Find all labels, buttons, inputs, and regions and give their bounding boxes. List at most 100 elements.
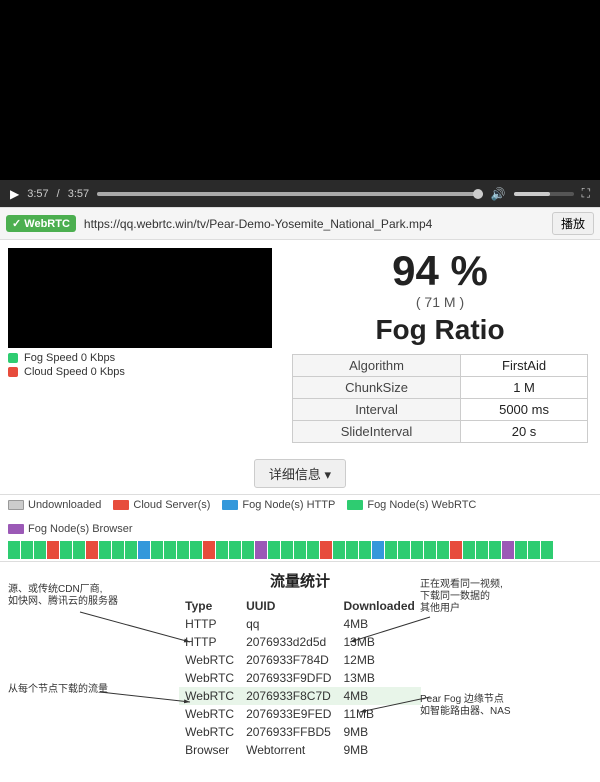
stat-label: SlideInterval (293, 421, 461, 443)
webrtc-badge: ✓ WebRTC (6, 215, 76, 232)
chunk-block (450, 541, 462, 559)
traffic-row: WebRTC2076933F784D12MB (179, 651, 421, 669)
url-text: https://qq.webrtc.win/tv/Pear-Demo-Yosem… (84, 217, 544, 231)
chunk-block (190, 541, 202, 559)
play-icon[interactable]: ▶ (10, 187, 19, 201)
chunk-block (99, 541, 111, 559)
chunk-block (268, 541, 280, 559)
chunk-legend-item: Fog Node(s) Browser (8, 523, 133, 535)
chunk-block (21, 541, 33, 559)
cloud-speed-label: Cloud Speed 0 Kbps (24, 366, 125, 378)
chunk-block (151, 541, 163, 559)
chunk-block (125, 541, 137, 559)
video-screen (0, 0, 600, 180)
traffic-type: WebRTC (179, 687, 240, 705)
progress-fill (97, 192, 483, 196)
volume-track[interactable] (514, 192, 574, 196)
col-downloaded: Downloaded (337, 597, 420, 615)
traffic-uuid: 2076933F9DFD (240, 669, 337, 687)
chunk-block (177, 541, 189, 559)
traffic-downloaded: 9MB (337, 741, 420, 759)
traffic-uuid: 2076933F8C7D (240, 687, 337, 705)
chunk-swatch (347, 500, 363, 510)
chunk-block (502, 541, 514, 559)
traffic-uuid: 2076933FFBD5 (240, 723, 337, 741)
traffic-uuid: 2076933F784D (240, 651, 337, 669)
chunk-legend-label: Fog Node(s) HTTP (242, 499, 335, 511)
traffic-downloaded: 4MB (337, 687, 420, 705)
chunk-block (437, 541, 449, 559)
video-preview (8, 248, 272, 348)
stats-row: ChunkSize1 M (293, 377, 588, 399)
chunk-block (489, 541, 501, 559)
progress-thumb (473, 189, 483, 199)
url-bar: ✓ WebRTC https://qq.webrtc.win/tv/Pear-D… (0, 207, 600, 240)
chunk-block (424, 541, 436, 559)
traffic-uuid: qq (240, 615, 337, 633)
traffic-type: WebRTC (179, 651, 240, 669)
col-type: Type (179, 597, 240, 615)
chunk-block (385, 541, 397, 559)
chunk-block (411, 541, 423, 559)
play-button[interactable]: 播放 (552, 212, 594, 235)
chunk-blocks (0, 539, 600, 561)
details-button[interactable]: 详细信息 ▾ (254, 459, 346, 488)
stat-label: ChunkSize (293, 377, 461, 399)
chunk-block (229, 541, 241, 559)
right-panel: 94 % ( 71 M ) Fog Ratio AlgorithmFirstAi… (280, 240, 600, 451)
stats-row: Interval5000 ms (293, 399, 588, 421)
chunk-swatch (113, 500, 129, 510)
traffic-uuid: 2076933E9FED (240, 705, 337, 723)
chunk-swatch (222, 500, 238, 510)
details-row: 详细信息 ▾ (0, 451, 600, 494)
chunk-legend-item: Undownloaded (8, 499, 101, 511)
cloud-speed-dot (8, 367, 18, 377)
chunk-block (372, 541, 384, 559)
traffic-type: HTTP (179, 633, 240, 651)
bottom-section: 流量统计 Type UUID Downloaded HTTPqq4MBHTTP2… (0, 562, 600, 763)
traffic-type: HTTP (179, 615, 240, 633)
chunk-block (164, 541, 176, 559)
traffic-row: HTTP2076933d2d5d13MB (179, 633, 421, 651)
progress-track[interactable] (97, 192, 483, 196)
chunk-legend-label: Cloud Server(s) (133, 499, 210, 511)
volume-icon[interactable]: 🔊 (491, 187, 506, 201)
traffic-downloaded: 11MB (337, 705, 420, 723)
traffic-table: Type UUID Downloaded HTTPqq4MBHTTP207693… (179, 597, 421, 759)
size-label: ( 71 M ) (292, 294, 588, 310)
chunk-block (203, 541, 215, 559)
fullscreen-icon[interactable]: ⛶ (582, 186, 590, 201)
chunk-block (359, 541, 371, 559)
chunk-block (255, 541, 267, 559)
chunk-block (476, 541, 488, 559)
traffic-row: WebRTC2076933F9DFD13MB (179, 669, 421, 687)
chunk-block (34, 541, 46, 559)
left-panel: Fog Speed 0 Kbps Cloud Speed 0 Kbps (0, 240, 280, 451)
stat-value: FirstAid (461, 355, 588, 377)
traffic-downloaded: 9MB (337, 723, 420, 741)
traffic-type: WebRTC (179, 705, 240, 723)
chunk-swatch (8, 500, 24, 510)
traffic-title: 流量统计 (179, 570, 421, 591)
time-total: 3:57 (68, 188, 89, 200)
chunk-block (346, 541, 358, 559)
chunk-block (242, 541, 254, 559)
stats-row: SlideInterval20 s (293, 421, 588, 443)
traffic-uuid: 2076933d2d5d (240, 633, 337, 651)
chunk-legend-label: Fog Node(s) Browser (28, 523, 133, 535)
stat-value: 20 s (461, 421, 588, 443)
chunk-block (281, 541, 293, 559)
traffic-downloaded: 13MB (337, 669, 420, 687)
chunk-block (307, 541, 319, 559)
stat-value: 5000 ms (461, 399, 588, 421)
stats-row: AlgorithmFirstAid (293, 355, 588, 377)
traffic-row: WebRTC2076933FFBD59MB (179, 723, 421, 741)
chunk-block (320, 541, 332, 559)
col-uuid: UUID (240, 597, 337, 615)
stat-value: 1 M (461, 377, 588, 399)
traffic-row: BrowserWebtorrent9MB (179, 741, 421, 759)
chunk-block (528, 541, 540, 559)
progress-bar-area[interactable]: ▶ 3:57 / 3:57 🔊 ⛶ (0, 180, 600, 207)
volume-fill (514, 192, 550, 196)
chunk-legend-item: Cloud Server(s) (113, 499, 210, 511)
